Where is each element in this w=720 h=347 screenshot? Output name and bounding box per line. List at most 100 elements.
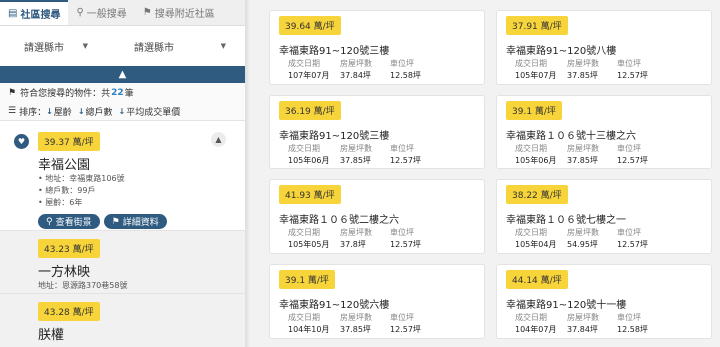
- sort-icon: ☰: [8, 106, 17, 116]
- listing-area: 37.8坪: [340, 240, 366, 249]
- result-count-value: 22: [111, 87, 124, 98]
- listing-card[interactable]: 37.91 萬/坪 幸福東路91~120號八樓 成交日期 105年07月 房屋坪數…: [496, 10, 712, 85]
- listing-date: 104年07月: [515, 325, 557, 334]
- tab-community-search[interactable]: ▤ 社區搜尋: [0, 0, 69, 25]
- area-label: 房屋坪數: [340, 59, 372, 68]
- listing-parking: 12.57坪: [390, 156, 421, 165]
- listing-parking: 12.57坪: [617, 71, 648, 80]
- location-pin-icon: ⚑: [142, 7, 152, 18]
- community-name: 一方林映: [38, 265, 91, 280]
- community-price-badge: 43.23 萬/坪: [38, 239, 100, 258]
- tab-label: 社區搜尋: [20, 10, 61, 21]
- sort-by-age[interactable]: ↓ 屋齡: [46, 105, 72, 118]
- county-select-label: 請選縣市: [24, 42, 64, 54]
- listing-parking: 12.57坪: [390, 325, 421, 334]
- date-label: 成交日期: [515, 59, 547, 68]
- result-count: ⚑ 符合您搜尋的物件：共 22 筆: [0, 83, 245, 102]
- listing-area: 37.85坪: [340, 156, 371, 165]
- parking-label: 車位坪: [390, 313, 414, 322]
- community-price-badge: 39.37 萬/坪: [38, 132, 100, 151]
- result-prefix: 符合您搜尋的物件：共: [20, 89, 111, 99]
- listing-card[interactable]: 39.1 萬/坪 幸福東路91~120號六樓 成交日期 104年10月 房屋坪數 3…: [269, 264, 485, 339]
- chevron-up-icon: ▲: [215, 135, 222, 144]
- collapse-item-button[interactable]: ▲: [211, 132, 226, 147]
- listing-price-badge: 41.93 萬/坪: [279, 185, 341, 204]
- listing-parking: 12.58坪: [390, 71, 421, 80]
- sort-option-label: 平均成交單價: [126, 107, 181, 118]
- listing-date: 105年06月: [288, 156, 330, 165]
- date-label: 成交日期: [288, 313, 320, 322]
- community-age: 屋齡：6年: [38, 197, 245, 209]
- area-label: 房屋坪數: [340, 313, 372, 322]
- listing-address: 幸福東路１０６號二樓之六: [279, 215, 399, 226]
- listing-price-badge: 39.1 萬/坪: [506, 101, 562, 120]
- listing-date: 105年04月: [515, 240, 557, 249]
- tab-general-search[interactable]: ⚲ 一般搜尋: [68, 0, 134, 25]
- listing-card[interactable]: 44.14 萬/坪 幸福東路91~120號十一樓 成交日期 104年07月 房屋坪…: [496, 264, 712, 339]
- parking-label: 車位坪: [390, 59, 414, 68]
- community-name: 朕權: [38, 328, 65, 343]
- county-select[interactable]: 請選縣市 ▼: [4, 33, 96, 59]
- area-label: 房屋坪數: [567, 59, 599, 68]
- details-button[interactable]: ⚑ 詳細資料: [103, 214, 167, 229]
- listing-card[interactable]: 39.64 萬/坪 幸福東路91~120號三樓 成交日期 107年07月 房屋坪數…: [269, 10, 485, 85]
- listing-area: 37.84坪: [340, 71, 371, 80]
- sort-by-avg-price[interactable]: ↓ 平均成交單價: [119, 105, 181, 118]
- date-label: 成交日期: [515, 228, 547, 237]
- community-name: 幸福公園: [38, 158, 91, 173]
- search-icon: ⚲: [76, 7, 84, 18]
- sidebar: ▤ 社區搜尋 ⚲ 一般搜尋 ⚑ 搜尋附近社區 請選縣市 ▼ 請選縣市 ▼ ▲ ⚑…: [0, 0, 246, 347]
- community-price-badge: 43.28 萬/坪: [38, 302, 100, 321]
- listing-card[interactable]: 36.19 萬/坪 幸福東路91~120號三樓 成交日期 105年06月 房屋坪數…: [269, 95, 485, 169]
- listing-price-badge: 44.14 萬/坪: [506, 270, 568, 289]
- date-label: 成交日期: [515, 144, 547, 153]
- listing-card[interactable]: 41.93 萬/坪 幸福東路１０６號二樓之六 成交日期 105年05月 房屋坪數 3…: [269, 179, 485, 254]
- community-item[interactable]: 43.23 萬/坪 一方林映 地址：恩源路370巷58號: [0, 230, 245, 293]
- sort-by-households[interactable]: ↓ 總戶數: [78, 105, 113, 118]
- location-filters: 請選縣市 ▼ 請選縣市 ▼: [0, 26, 245, 66]
- date-label: 成交日期: [288, 228, 320, 237]
- date-label: 成交日期: [288, 144, 320, 153]
- district-select[interactable]: 請選縣市 ▼: [96, 33, 234, 59]
- listing-date: 104年10月: [288, 325, 330, 334]
- area-label: 房屋坪數: [567, 228, 599, 237]
- sort-option-label: 總戶數: [85, 107, 113, 118]
- sort-order-icon: ↓: [46, 106, 53, 116]
- parking-label: 車位坪: [617, 228, 641, 237]
- tab-label: 搜尋附近社區: [154, 9, 215, 20]
- district-select-label: 請選縣市: [134, 42, 174, 54]
- flag-icon: ⚑: [8, 87, 17, 98]
- collapse-filters-button[interactable]: ▲: [0, 66, 245, 83]
- listing-area: 37.85坪: [567, 71, 598, 80]
- result-suffix: 筆: [124, 89, 134, 99]
- community-list: ♥ ▲ 39.37 萬/坪 幸福公園 地址：幸福東路106號 總戶數：99戶 屋…: [0, 124, 245, 347]
- listing-card[interactable]: 38.22 萬/坪 幸福東路１０６號七樓之一 成交日期 105年04月 房屋坪數 5…: [496, 179, 712, 254]
- community-item-selected[interactable]: ♥ ▲ 39.37 萬/坪 幸福公園 地址：幸福東路106號 總戶數：99戶 屋…: [0, 124, 245, 230]
- community-actions: ⚲ 查看街景 ⚑ 詳細資料: [38, 214, 245, 229]
- tab-nearby-search[interactable]: ⚑ 搜尋附近社區: [135, 0, 223, 25]
- listing-address: 幸福東路91~120號八樓: [506, 46, 617, 57]
- area-label: 房屋坪數: [340, 144, 372, 153]
- area-label: 房屋坪數: [567, 313, 599, 322]
- listing-address: 幸福東路１０６號十三樓之六: [506, 131, 636, 142]
- listing-address: 幸福東路91~120號三樓: [279, 46, 390, 57]
- listing-area: 54.95坪: [567, 240, 598, 249]
- listing-card[interactable]: 39.1 萬/坪 幸福東路１０６號十三樓之六 成交日期 105年06月 房屋坪數 3…: [496, 95, 712, 169]
- listing-area: 37.85坪: [340, 325, 371, 334]
- listing-price-badge: 37.91 萬/坪: [506, 16, 568, 35]
- listing-address: 幸福東路91~120號三樓: [279, 131, 390, 142]
- street-view-button[interactable]: ⚲ 查看街景: [38, 214, 100, 229]
- heart-icon[interactable]: ♥: [14, 134, 29, 149]
- listing-address: 幸福東路91~120號六樓: [279, 300, 390, 311]
- listing-address: 幸福東路１０６號七樓之一: [506, 215, 626, 226]
- listing-price-badge: 36.19 萬/坪: [279, 101, 341, 120]
- details-label: 詳細資料: [122, 218, 159, 228]
- parking-label: 車位坪: [617, 144, 641, 153]
- listing-address: 幸福東路91~120號十一樓: [506, 300, 627, 311]
- chevron-down-icon: ▼: [82, 42, 88, 50]
- listing-price-badge: 39.1 萬/坪: [279, 270, 335, 289]
- street-view-icon: ⚲: [46, 216, 53, 227]
- listing-parking: 12.57坪: [617, 240, 648, 249]
- community-item[interactable]: 43.28 萬/坪 朕權: [0, 293, 245, 347]
- listing-parking: 12.58坪: [617, 325, 648, 334]
